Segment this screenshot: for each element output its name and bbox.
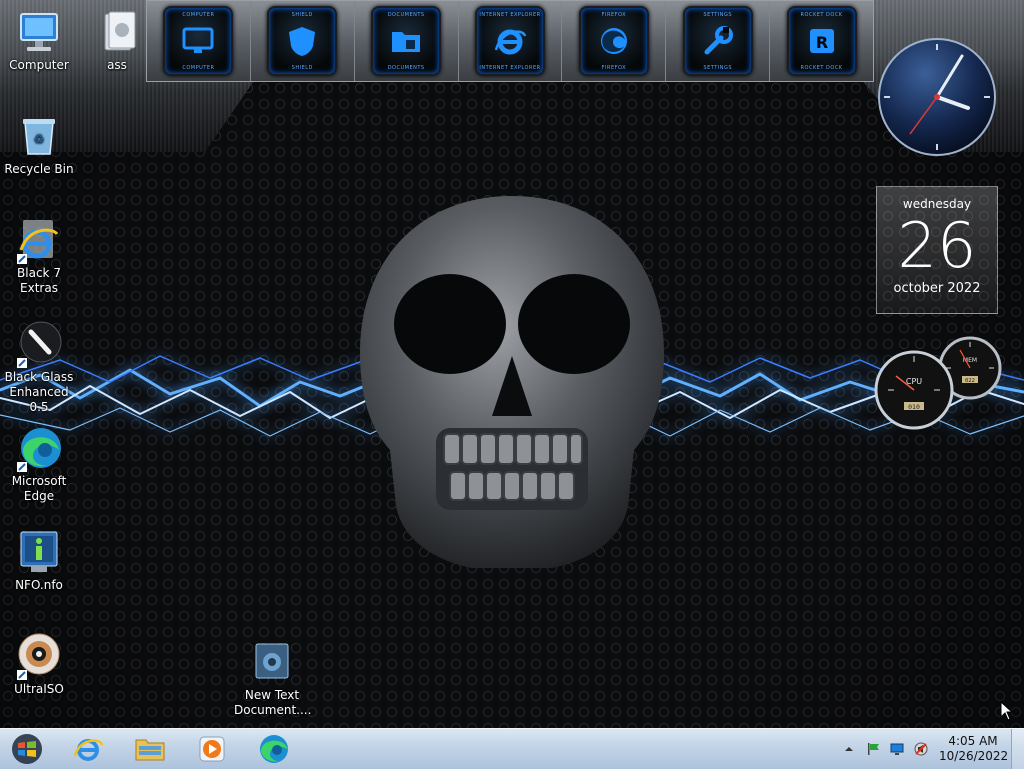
wrench-icon — [704, 26, 733, 55]
firefox-icon — [600, 28, 627, 54]
show-hidden-icons-button[interactable] — [841, 741, 857, 757]
desktop-icon-label: NFO.nfo — [15, 578, 63, 592]
desktop-icon-label: Black 7 Extras — [17, 266, 61, 295]
dock-item-documents[interactable]: DOCUMENTS DOCUMENTS — [355, 1, 459, 81]
brush-shortcut-icon — [15, 320, 63, 368]
windows-logo-icon — [12, 734, 42, 764]
dock-caption-top: SETTINGS — [703, 12, 733, 18]
dock-tile: INTERNET EXPLORER INTERNET EXPLORER — [475, 6, 545, 76]
speaker-muted-icon — [914, 742, 928, 756]
cpu-meter-gadget[interactable]: CPU MEM 010 022 — [874, 334, 1004, 434]
internet-explorer-shortcut-icon — [15, 216, 63, 264]
dock-caption-bottom: COMPUTER — [182, 65, 215, 71]
svg-text:R: R — [815, 33, 827, 52]
dock-item-rocketdock[interactable]: ROCKET DOCK R ROCKET DOCK — [770, 1, 873, 81]
desktop-icon-black-7-extras[interactable]: Black 7 Extras — [1, 216, 77, 296]
desktop-icon-label: Computer — [9, 58, 69, 72]
dock-caption-bottom: DOCUMENTS — [387, 65, 425, 71]
mouse-cursor — [1000, 701, 1014, 721]
internet-explorer-icon — [73, 739, 103, 761]
info-file-icon — [15, 528, 63, 576]
taskbar: 4:05 AM 10/26/2022 — [0, 728, 1024, 769]
desktop-icon-label: Recycle Bin — [4, 162, 74, 176]
dock-tile: DOCUMENTS DOCUMENTS — [371, 6, 442, 76]
taskbar-file-explorer[interactable] — [122, 731, 178, 767]
desktop-icon-nfo-file[interactable]: NFO.nfo — [1, 528, 77, 593]
dock-item-shield[interactable]: SHIELD SHIELD — [251, 1, 355, 81]
dock-tile: SHIELD SHIELD — [267, 6, 338, 76]
taskbar-media-player[interactable] — [184, 731, 240, 767]
show-desktop-button[interactable] — [1011, 729, 1024, 769]
dock-caption-bottom: INTERNET EXPLORER — [479, 65, 541, 71]
desktop-icon-microsoft-edge[interactable]: Microsoft Edge — [1, 424, 77, 504]
cpu-gauge-value: 010 — [908, 403, 920, 411]
shield-icon — [289, 27, 316, 56]
desktop-icon-recycle-bin[interactable]: ♻ Recycle Bin — [1, 112, 77, 177]
desktop-icon-ultraiso[interactable]: UltraISO — [1, 632, 77, 697]
desktop-icon-new-text-document[interactable]: New Text Document.... — [234, 638, 312, 718]
recycle-bin-icon: ♻ — [15, 112, 63, 160]
clock-gadget[interactable] — [876, 36, 998, 158]
calendar-month-year: october 2022 — [893, 281, 981, 296]
monitor-icon — [182, 27, 214, 53]
network-tray-icon[interactable] — [889, 741, 905, 757]
dock-caption-bottom: FIREFOX — [601, 65, 627, 71]
calendar-date: 26 — [897, 209, 977, 282]
dock-item-internet-explorer[interactable]: INTERNET EXPLORER INTERNET EXPLORER — [459, 1, 563, 81]
media-player-icon — [199, 736, 225, 762]
dock-item-computer[interactable]: COMPUTER COMPUTER — [147, 1, 251, 81]
desktop-icon-computer[interactable]: Computer — [1, 8, 77, 73]
volume-tray-icon[interactable] — [913, 741, 929, 757]
dock-tile: SETTINGS SETTINGS — [682, 6, 753, 76]
dock-caption-top: SHIELD — [291, 12, 313, 18]
flag-icon — [868, 743, 879, 755]
action-center-flag[interactable] — [865, 741, 881, 757]
system-tray: 4:05 AM 10/26/2022 — [837, 729, 1024, 769]
dock-tile: COMPUTER COMPUTER — [163, 6, 234, 76]
calendar-gadget[interactable]: wednesday 26 october 2022 — [876, 186, 998, 314]
chevron-up-icon — [845, 747, 853, 751]
dock-item-firefox[interactable]: FIREFOX FIREFOX — [562, 1, 667, 81]
edge-icon — [260, 735, 288, 763]
file-explorer-icon — [135, 739, 165, 761]
dock-caption-bottom: ROCKET DOCK — [800, 65, 843, 71]
dock-tile: ROCKET DOCK R ROCKET DOCK — [786, 6, 857, 76]
dock-caption-top: DOCUMENTS — [387, 12, 425, 18]
documents-folder-icon — [392, 32, 421, 52]
desktop-icon-black-glass-enhanced[interactable]: Black Glass Enhanced 0.5 — [1, 320, 77, 415]
desktop-icon-label: UltraISO — [14, 682, 64, 696]
start-button[interactable] — [0, 731, 54, 767]
dock-item-settings[interactable]: SETTINGS SETTINGS — [666, 1, 771, 81]
svg-text:♻: ♻ — [34, 132, 45, 146]
desktop-icon-label: Microsoft Edge — [11, 474, 67, 503]
disc-icon — [15, 632, 63, 680]
desktop: Computer ass ♻ Recycle Bin Black 7 Extra… — [0, 0, 1024, 728]
dock-caption-top: COMPUTER — [182, 12, 215, 18]
text-document-icon — [248, 638, 296, 686]
mem-gauge-value: 022 — [965, 378, 975, 384]
dock-caption-top: FIREFOX — [601, 12, 627, 18]
dock-caption-top: INTERNET EXPLORER — [479, 12, 541, 18]
skull-wallpaper-image — [360, 196, 664, 568]
dock-caption-top: ROCKET DOCK — [800, 12, 843, 18]
internet-explorer-icon — [494, 29, 527, 55]
taskbar-clock[interactable]: 4:05 AM 10/26/2022 — [939, 734, 1009, 764]
dock-caption-bottom: SETTINGS — [703, 65, 733, 71]
edge-icon — [15, 424, 63, 472]
rocket-dock: COMPUTER COMPUTER SHIELD SHIELD DOCUMENT… — [146, 0, 874, 82]
rocketdock-icon: R — [809, 29, 834, 53]
taskbar-microsoft-edge[interactable] — [246, 731, 302, 767]
desktop-icon-label: ass — [107, 58, 127, 72]
dock-tile: FIREFOX FIREFOX — [578, 6, 649, 76]
network-icon — [890, 743, 904, 755]
taskbar-date: 10/26/2022 — [939, 749, 1009, 763]
desktop-icon-ass-folder[interactable]: ass — [79, 8, 155, 73]
taskbar-time: 4:05 AM — [948, 734, 998, 748]
computer-icon — [15, 8, 63, 56]
taskbar-internet-explorer[interactable] — [60, 731, 116, 767]
dock-caption-bottom: SHIELD — [291, 65, 313, 71]
folder-icon — [93, 8, 141, 56]
desktop-icon-label: New Text Document.... — [234, 688, 312, 717]
desktop-icon-label: Black Glass Enhanced 0.5 — [4, 370, 74, 414]
